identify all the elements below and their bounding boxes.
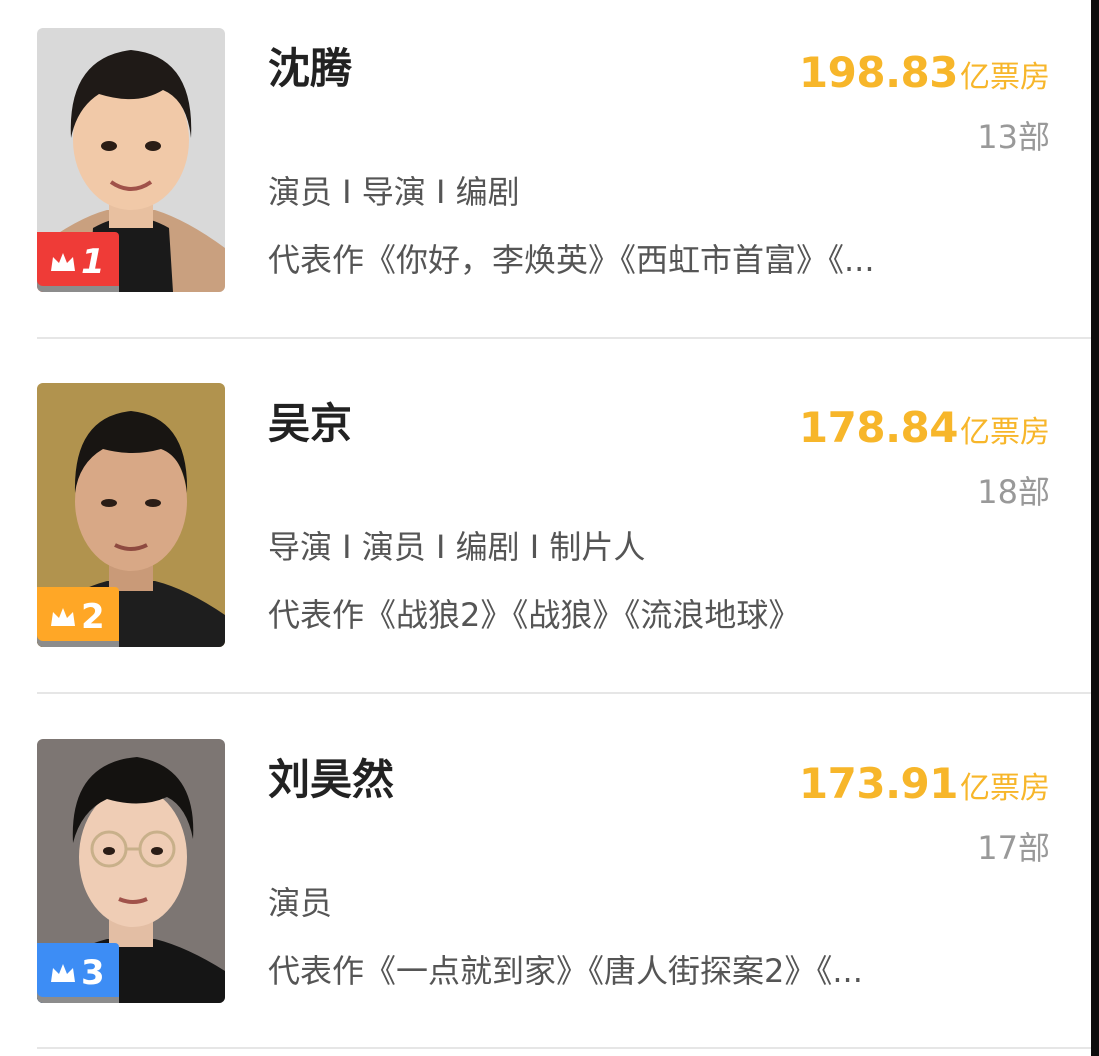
- box-office-amount: 173.91: [798, 759, 959, 808]
- divider: [37, 1047, 1094, 1049]
- box-office-unit: 亿票房: [960, 415, 1050, 450]
- list-item[interactable]: 3 刘昊然 173.91 亿票房 17部 演员 代表作《一点就到家》《唐人街探案…: [37, 739, 1094, 1056]
- divider: [37, 692, 1094, 694]
- box-office: 198.83 亿票房: [799, 52, 1050, 94]
- roles: 导演 I 演员 I 编剧 I 制片人: [268, 528, 646, 566]
- representative-works: 代表作《一点就到家》《唐人街探案2》《...: [268, 955, 863, 987]
- avatar: 1: [37, 28, 225, 292]
- representative-works: 代表作《战狼2》《战狼》《流浪地球》: [268, 599, 801, 631]
- box-office-amount: 198.83: [798, 48, 959, 97]
- crown-icon: [51, 964, 75, 982]
- box-office: 178.84 亿票房: [799, 407, 1050, 449]
- box-office-unit: 亿票房: [960, 771, 1050, 806]
- divider: [37, 337, 1094, 339]
- rank-badge: 3: [37, 943, 119, 1003]
- box-office: 173.91 亿票房: [799, 763, 1050, 805]
- avatar: 2: [37, 383, 225, 647]
- film-count: 13部: [977, 118, 1050, 156]
- roles: 演员 I 导演 I 编剧: [268, 173, 520, 211]
- rank-badge: 2: [37, 587, 119, 647]
- person-name: 刘昊然: [268, 755, 395, 804]
- list-item[interactable]: 2 吴京 178.84 亿票房 18部 导演 I 演员 I 编剧 I 制片人 代…: [37, 383, 1094, 703]
- representative-works: 代表作《你好，李焕英》《西虹市首富》《...: [268, 244, 875, 276]
- avatar: 3: [37, 739, 225, 1003]
- person-name: 沈腾: [268, 44, 353, 93]
- rank-number: 1: [81, 242, 105, 282]
- film-count: 18部: [977, 473, 1050, 511]
- box-office-amount: 178.84: [798, 403, 959, 452]
- crown-icon: [51, 253, 75, 271]
- rank-badge: 1: [37, 232, 119, 292]
- roles: 演员: [268, 884, 333, 922]
- screen-edge: [1091, 0, 1099, 1056]
- ranking-page: 1 沈腾 198.83 亿票房 13部 演员 I 导演 I 编剧 代表作《你好，…: [0, 0, 1099, 1056]
- box-office-unit: 亿票房: [960, 60, 1050, 95]
- list-item[interactable]: 1 沈腾 198.83 亿票房 13部 演员 I 导演 I 编剧 代表作《你好，…: [37, 28, 1094, 348]
- rank-number: 3: [81, 953, 105, 993]
- crown-icon: [51, 608, 75, 626]
- person-name: 吴京: [268, 399, 353, 448]
- rank-number: 2: [81, 597, 105, 637]
- film-count: 17部: [977, 829, 1050, 867]
